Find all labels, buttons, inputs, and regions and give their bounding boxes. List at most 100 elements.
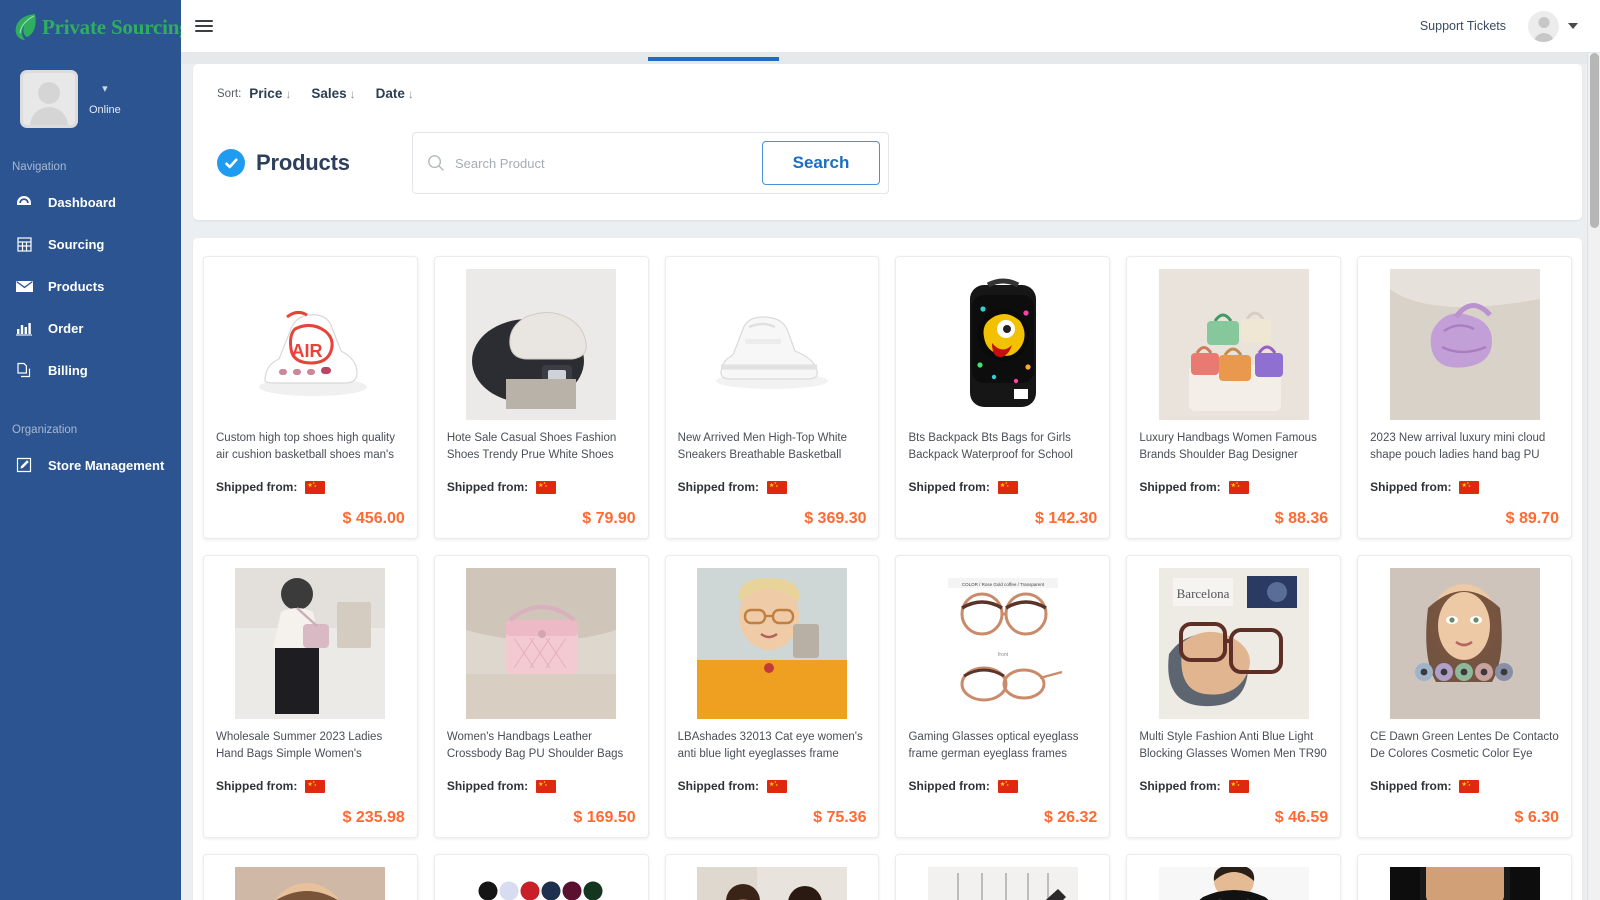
sort-option-sales[interactable]: Sales ↓: [311, 86, 355, 101]
product-card[interactable]: New Arrived Men High-Top White Sneakers …: [664, 256, 880, 539]
shipped-from-row: Shipped from: ★ ★ ★: [447, 779, 636, 793]
product-title: New Arrived Men High-Top White Sneakers …: [677, 432, 848, 461]
sort-option-label: Date: [375, 86, 405, 101]
svg-text:AIR: AIR: [292, 341, 323, 361]
product-card[interactable]: [203, 854, 418, 900]
product-price: $ 369.30: [804, 510, 867, 527]
sidebar-item-label: Order: [48, 320, 84, 336]
sort-option-label: Sales: [311, 86, 347, 101]
shipped-from-label: Shipped from:: [1139, 779, 1221, 793]
envelope-icon: [12, 280, 36, 293]
shipped-from-label: Shipped from:: [1370, 480, 1452, 494]
check-circle-icon: [217, 149, 245, 177]
sidebar-item-order[interactable]: Order: [0, 307, 181, 349]
product-image: [446, 269, 636, 420]
product-image: [216, 867, 405, 900]
bar-chart-icon: [12, 321, 36, 336]
shipped-from-label: Shipped from:: [446, 779, 529, 793]
sidebar-item-products[interactable]: Products: [0, 265, 181, 307]
sidebar-item-billing[interactable]: Billing: [0, 349, 181, 391]
sidebar-item-label: Dashboard: [48, 194, 116, 210]
cn-flag-icon: ★ ★ ★: [536, 480, 557, 494]
products-grid-panel: AIR Custom high top shoes high quality ai…: [193, 238, 1582, 900]
sidebar-item-dashboard[interactable]: Dashboard: [0, 181, 181, 223]
chevron-down-icon[interactable]: ▾: [102, 84, 108, 95]
shipped-from-label: Shipped from:: [216, 779, 298, 793]
product-card[interactable]: LBAshades 32013 Cat eye women's anti blu…: [664, 555, 880, 838]
product-card[interactable]: Barcelona Multi Style Fashion Anti Blue L…: [1126, 555, 1342, 838]
search-icon: [427, 154, 447, 172]
brand-logo[interactable]: Private Sourcing: [0, 0, 181, 54]
search-button[interactable]: Search: [762, 141, 880, 185]
scrollbar-thumb[interactable]: [1590, 53, 1599, 228]
shipped-from-label: Shipped from:: [677, 779, 759, 793]
cn-flag-icon: ★ ★ ★: [305, 480, 326, 494]
product-card[interactable]: Hote Sale Casual Shoes Fashion Shoes Tre…: [433, 256, 649, 539]
avatar[interactable]: [1528, 10, 1559, 42]
tab-strip: [181, 53, 1600, 64]
product-image: [446, 867, 636, 900]
shipped-from-label: Shipped from:: [216, 480, 298, 494]
caret-down-icon[interactable]: [1568, 23, 1578, 29]
product-card[interactable]: [895, 854, 1111, 900]
sidebar-item-label: Billing: [48, 362, 88, 378]
shipped-from-label: Shipped from:: [908, 779, 990, 793]
shipped-from-row: Shipped from: ★ ★ ★: [908, 480, 1097, 494]
shipped-from-row: Shipped from: ★ ★ ★: [908, 779, 1097, 793]
product-image: [677, 568, 867, 719]
sidebar-profile[interactable]: ▾ Online: [0, 54, 181, 128]
shipped-from-label: Shipped from:: [446, 480, 529, 494]
edit-square-icon: [12, 457, 36, 473]
shipped-from-row: Shipped from: ★ ★ ★: [1139, 480, 1328, 494]
product-image: [446, 568, 636, 719]
product-card[interactable]: Free sample: [1126, 854, 1342, 900]
product-price: $ 46.59: [1274, 809, 1329, 826]
product-card[interactable]: AIR Custom high top shoes high quality ai…: [203, 256, 418, 539]
product-card[interactable]: YEAH!: [664, 854, 880, 900]
product-title: Wholesale Summer 2023 Ladies Hand Bags S…: [216, 731, 383, 760]
shipped-from-label: Shipped from:: [1370, 779, 1452, 793]
sort-label: Sort:: [217, 87, 242, 100]
search-input[interactable]: [455, 155, 762, 171]
page-title: Products: [217, 149, 412, 177]
shipped-from-row: Shipped from: ★ ★ ★: [1370, 779, 1559, 793]
product-card[interactable]: CE Dawn Green Lentes De Contacto De Colo…: [1357, 555, 1572, 838]
copy-files-icon: [12, 362, 36, 378]
sort-option-label: Price: [249, 86, 283, 101]
product-card[interactable]: Luxury Handbags Women Famous Brands Shou…: [1126, 256, 1342, 539]
arrow-down-icon: ↓: [349, 86, 356, 101]
product-card[interactable]: [433, 854, 649, 900]
product-image: [216, 568, 405, 719]
product-image: [1370, 269, 1559, 420]
cn-flag-icon: ★ ★ ★: [997, 480, 1018, 494]
arrow-down-icon: ↓: [407, 86, 414, 101]
sort-option-date[interactable]: Date ↓: [376, 86, 414, 101]
leaf-icon: [12, 12, 38, 42]
cn-flag-icon: ★ ★ ★: [536, 779, 557, 793]
product-card[interactable]: Wholesale Summer 2023 Ladies Hand Bags S…: [203, 555, 418, 838]
support-tickets-link[interactable]: Support Tickets: [1420, 19, 1506, 33]
product-price: $ 169.50: [573, 809, 636, 826]
product-price: $ 142.30: [1035, 510, 1098, 527]
product-card[interactable]: Women's Handbags Leather Crossbody Bag P…: [433, 555, 649, 838]
shipped-from-row: Shipped from: ★ ★ ★: [678, 480, 867, 494]
product-card[interactable]: 2023 New arrival luxury mini cloud shape…: [1357, 256, 1572, 539]
product-card[interactable]: [1357, 854, 1572, 900]
search-box[interactable]: Search: [412, 132, 889, 194]
product-card[interactable]: COLOR / Rose Gold coffee / Transparent fr…: [895, 555, 1111, 838]
sidebar-item-sourcing[interactable]: Sourcing: [0, 223, 181, 265]
sidebar-item-store-management[interactable]: Store Management: [0, 444, 181, 486]
nav-section-heading-organization: Organization: [12, 424, 78, 436]
hamburger-menu-icon[interactable]: [195, 17, 213, 36]
user-status: Online: [89, 104, 121, 116]
cn-flag-icon: ★ ★ ★: [1228, 779, 1249, 793]
product-card[interactable]: Bts Backpack Bts Bags for Girls Backpack…: [895, 256, 1111, 539]
cn-flag-icon: ★ ★ ★: [305, 779, 326, 793]
svg-text:Barcelona: Barcelona: [1176, 586, 1229, 601]
product-price: $ 26.32: [1043, 809, 1098, 826]
vertical-scrollbar[interactable]: [1587, 53, 1600, 900]
sort-bar: Sort: Price ↓ Sales ↓ Date ↓: [217, 86, 1558, 101]
sort-option-price[interactable]: Price ↓: [249, 86, 291, 101]
shipped-from-row: Shipped from: ★ ★ ★: [216, 779, 405, 793]
cn-flag-icon: ★ ★ ★: [766, 779, 787, 793]
